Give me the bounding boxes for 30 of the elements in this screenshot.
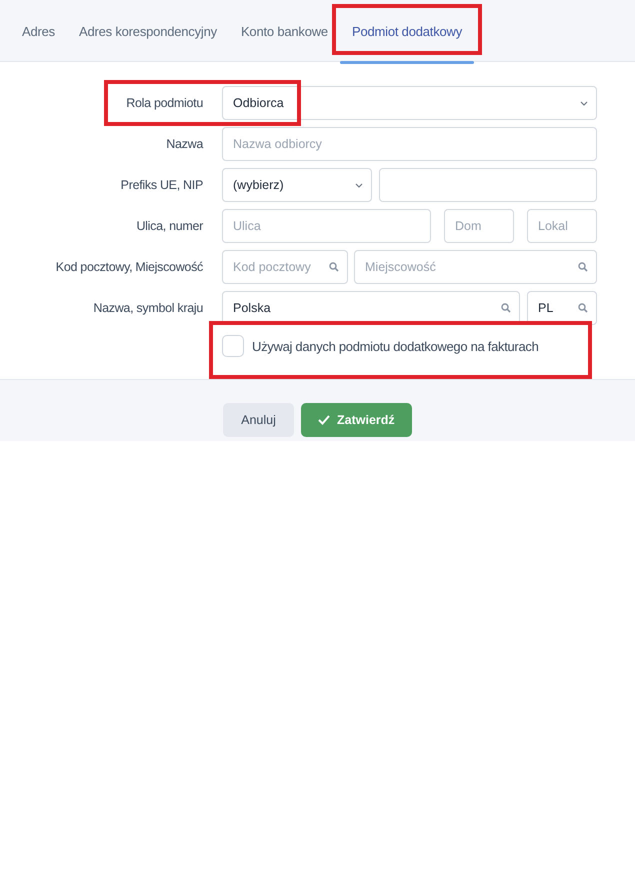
cancel-button[interactable]: Anuluj xyxy=(223,403,294,437)
checkbox-label: Używaj danych podmiotu dodatkowego na fakturach xyxy=(252,338,539,354)
tab[interactable]: Adres xyxy=(10,0,67,62)
field-label: Nazwa xyxy=(165,137,204,151)
field-label: Prefiks UE, NIP xyxy=(120,178,204,192)
input-field[interactable]: Nazwa odbiorcy xyxy=(222,127,597,161)
search-icon xyxy=(329,262,339,272)
checkbox[interactable] xyxy=(222,335,244,357)
search-field[interactable]: Miejscowość xyxy=(354,250,597,284)
tab[interactable]: Adres korespondencyjny xyxy=(66,0,229,62)
search-icon xyxy=(578,262,588,272)
input-field[interactable]: Lokal xyxy=(527,209,597,243)
field-label: Nazwa, symbol kraju xyxy=(92,301,204,315)
tab[interactable]: Konto bankowe xyxy=(228,0,340,62)
checkmark-icon xyxy=(318,415,330,425)
tab[interactable]: Podmiot dodatkowy xyxy=(340,0,474,62)
field-label: Rola podmiotu xyxy=(125,96,204,110)
input-field[interactable]: Ulica xyxy=(222,209,431,243)
search-field[interactable]: Kod pocztowy xyxy=(222,250,348,284)
input-field[interactable] xyxy=(379,168,597,202)
chevron-down-icon xyxy=(580,100,588,106)
chevron-down-icon xyxy=(355,182,363,188)
search-icon xyxy=(578,303,588,313)
field-label: Kod pocztowy, Miejscowość xyxy=(54,260,204,274)
search-icon xyxy=(501,303,511,313)
input-field[interactable]: Dom xyxy=(444,209,514,243)
select-field[interactable]: Odbiorca xyxy=(222,86,597,120)
field-label: Ulica, numer xyxy=(135,219,204,233)
select-field[interactable]: (wybierz) xyxy=(222,168,372,202)
search-field[interactable]: PL xyxy=(527,291,597,325)
